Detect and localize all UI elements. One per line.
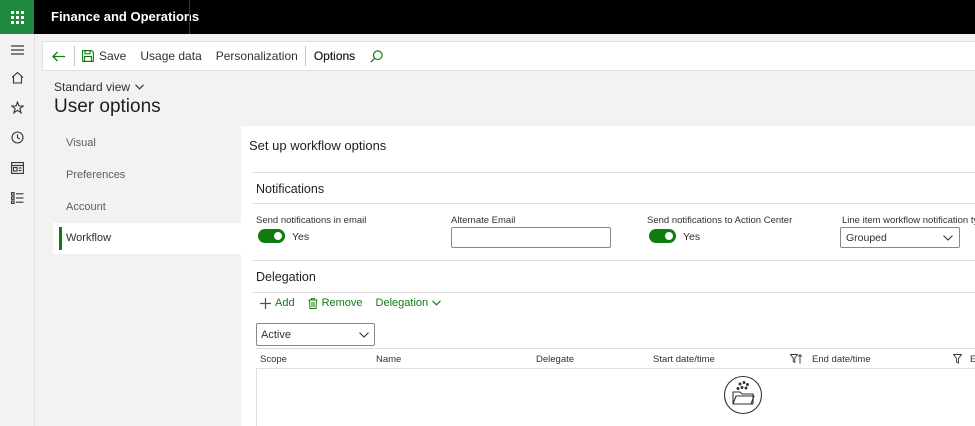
tab-account[interactable]: Account <box>53 192 241 223</box>
add-button[interactable]: Add <box>260 297 295 309</box>
plus-icon <box>260 297 271 309</box>
divider <box>252 172 975 173</box>
email-notifications-toggle[interactable] <box>258 229 285 243</box>
tab-preferences[interactable]: Preferences <box>53 160 241 191</box>
line-item-notification-value: Grouped <box>846 232 887 244</box>
personalization-button[interactable]: Personalization <box>209 42 305 70</box>
action-center-toggle[interactable] <box>649 229 676 243</box>
chevron-down-icon <box>359 332 369 338</box>
action-center-value: Yes <box>683 231 701 243</box>
delegation-menu-label: Delegation <box>375 297 429 309</box>
remove-button[interactable]: Remove <box>308 297 363 309</box>
delegation-toolbar: Add Remove Delegation <box>260 297 454 309</box>
chevron-down-icon <box>943 235 953 241</box>
workspaces-icon[interactable] <box>9 159 26 176</box>
options-tab-list: Visual Preferences Account Workflow <box>53 126 241 426</box>
alternate-email-field[interactable] <box>451 227 611 248</box>
waffle-icon <box>10 10 24 24</box>
divider <box>189 0 190 34</box>
usage-data-button[interactable]: Usage data <box>133 42 208 70</box>
divider <box>252 203 975 204</box>
filter-sort-icon[interactable] <box>790 354 803 364</box>
add-label: Add <box>275 297 295 309</box>
column-header-e[interactable]: E <box>970 354 975 365</box>
alternate-email-label: Alternate Email <box>451 215 516 226</box>
notifications-header[interactable]: Notifications <box>256 182 324 196</box>
divider <box>252 292 975 293</box>
app-launcher-button[interactable] <box>0 0 34 34</box>
tab-workflow[interactable]: Workflow <box>53 223 241 254</box>
column-header-scope[interactable]: Scope <box>260 354 287 365</box>
delegation-filter-select[interactable]: Active <box>256 323 375 346</box>
delegation-filter-value: Active <box>261 329 291 341</box>
hamburger-menu-icon[interactable] <box>9 41 26 58</box>
empty-folder-icon <box>723 375 763 415</box>
search-button[interactable] <box>363 42 390 70</box>
column-header-delegate[interactable]: Delegate <box>536 354 574 365</box>
save-button[interactable]: Save <box>75 42 133 70</box>
column-header-end-date[interactable]: End date/time <box>812 354 871 365</box>
page-title: User options <box>54 96 161 117</box>
search-icon <box>370 49 383 63</box>
view-name-label: Standard view <box>54 80 131 94</box>
back-button[interactable] <box>43 42 74 70</box>
tab-visual[interactable]: Visual <box>53 128 241 159</box>
workflow-options-panel: Set up workflow options Notifications Se… <box>241 126 975 426</box>
column-header-start-date[interactable]: Start date/time <box>653 354 715 365</box>
chevron-down-icon <box>432 300 442 306</box>
recent-clock-icon[interactable] <box>9 129 26 146</box>
modules-list-icon[interactable] <box>9 189 26 206</box>
delegation-header[interactable]: Delegation <box>256 270 316 284</box>
filter-icon[interactable] <box>953 354 962 364</box>
options-button[interactable]: Options <box>306 42 363 70</box>
top-bar: Finance and Operations <box>0 0 975 34</box>
delegation-grid-body <box>256 369 975 426</box>
delegation-grid-header: Scope Name Delegate Start date/time End … <box>256 348 975 369</box>
trash-icon <box>308 297 318 309</box>
email-notifications-label: Send notifications in email <box>256 215 367 226</box>
home-icon[interactable] <box>9 69 26 86</box>
options-label: Options <box>313 49 356 63</box>
line-item-notification-label: Line item workflow notification ty <box>842 215 975 226</box>
action-center-label: Send notifications to Action Center <box>647 215 793 226</box>
email-notifications-value: Yes <box>292 231 310 243</box>
action-pane: Save Usage data Personalization Options <box>42 41 975 71</box>
navigation-rail <box>0 34 35 426</box>
save-icon <box>82 50 94 62</box>
remove-label: Remove <box>321 297 363 309</box>
column-header-name[interactable]: Name <box>376 354 401 365</box>
back-arrow-icon <box>52 51 65 61</box>
divider <box>252 260 975 261</box>
chevron-down-icon <box>135 84 144 90</box>
section-title: Set up workflow options <box>249 138 387 153</box>
app-title[interactable]: Finance and Operations <box>51 9 199 24</box>
view-selector[interactable]: Standard view <box>54 80 144 94</box>
save-label: Save <box>99 49 127 63</box>
line-item-notification-select[interactable]: Grouped <box>840 227 960 248</box>
usage-data-label: Usage data <box>140 49 202 63</box>
delegation-menu-button[interactable]: Delegation <box>376 297 442 309</box>
personalization-label: Personalization <box>215 49 298 63</box>
favorites-star-icon[interactable] <box>9 99 26 116</box>
